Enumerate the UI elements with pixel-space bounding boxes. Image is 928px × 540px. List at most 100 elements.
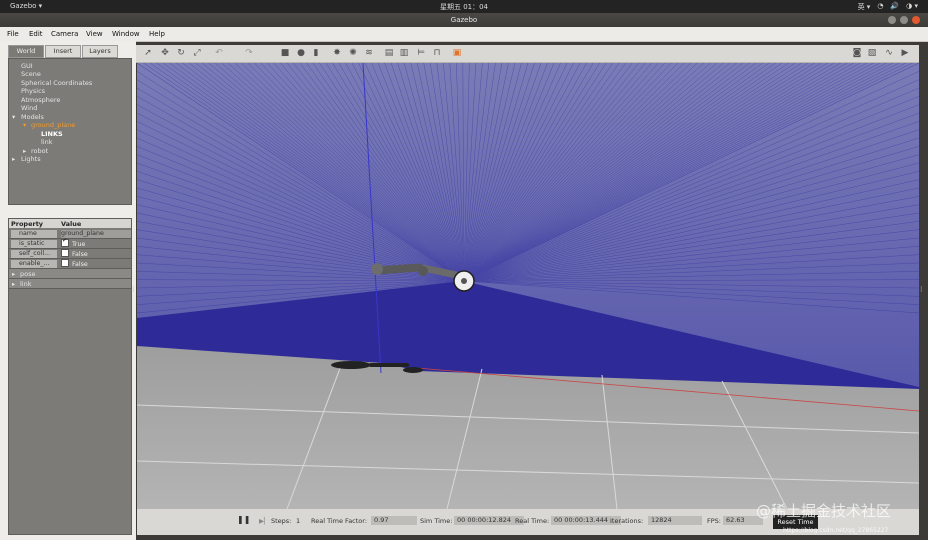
expand-arrow-icon[interactable]: ▸ [12, 270, 15, 278]
property-value: False [61, 259, 131, 268]
checkbox-label: False [72, 251, 88, 258]
enable-wind-checkbox[interactable] [61, 259, 69, 267]
window-title: Gazebo [0, 13, 928, 27]
property-value-field[interactable]: ground_plane [61, 230, 131, 238]
rotate-icon[interactable]: ↻ [176, 48, 186, 58]
property-group-row[interactable]: ▸ pose [9, 269, 131, 279]
tree-item-robot[interactable]: robot [31, 147, 48, 155]
expand-arrow-icon[interactable]: ▸ [23, 147, 26, 155]
property-name: name [11, 230, 57, 238]
change-view-icon[interactable]: ▣ [452, 48, 462, 58]
tree-item-physics[interactable]: Physics [21, 87, 45, 95]
real-time-label: Real Time: [515, 517, 550, 525]
tree-item-scene[interactable]: Scene [21, 70, 41, 78]
property-value: True [61, 237, 131, 248]
menu-camera[interactable]: Camera [51, 30, 78, 38]
tab-insert[interactable]: Insert [45, 45, 81, 58]
tree-item-ground-plane[interactable]: ground_plane [31, 121, 75, 129]
property-panel: Property Value name ground_plane is_stat… [8, 218, 132, 535]
input-method-indicator[interactable]: 英 ▾ [858, 2, 871, 12]
collapse-arrow-icon[interactable]: ▾ [12, 113, 15, 121]
spot-light-icon[interactable]: ✺ [348, 48, 358, 58]
volume-icon[interactable]: 🔊 [890, 2, 899, 12]
collapse-arrow-icon[interactable]: ▾ [23, 121, 26, 129]
paste-icon[interactable]: ▥ [399, 48, 409, 58]
iterations-value: 12824 [648, 516, 702, 525]
menu-edit[interactable]: Edit [29, 30, 43, 38]
tree-item-lights[interactable]: Lights [21, 155, 41, 163]
tree-item-atmosphere[interactable]: Atmosphere [21, 96, 60, 104]
collapse-right-panel-handle[interactable]: ⁝ [920, 285, 923, 294]
snap-icon[interactable]: ⊓ [432, 48, 442, 58]
rtf-label: Real Time Factor: [311, 517, 368, 525]
menu-help[interactable]: Help [149, 30, 165, 38]
property-name: is_static [11, 240, 57, 248]
log-icon[interactable]: ▧ [867, 48, 877, 58]
select-icon[interactable]: ➚ [143, 48, 153, 58]
box-icon[interactable]: ■ [280, 48, 290, 58]
self-collide-checkbox[interactable] [61, 249, 69, 257]
expand-arrow-icon[interactable]: ▸ [12, 155, 15, 163]
tree-item-links: LINKS [41, 130, 63, 138]
tree-item-models[interactable]: Models [21, 113, 44, 121]
scene-render[interactable] [137, 63, 919, 509]
checkbox-label: False [72, 261, 88, 268]
screenshot-icon[interactable]: ◙ [852, 48, 862, 58]
checkbox-label: True [72, 241, 86, 248]
rtf-value: 0.97 [371, 516, 417, 525]
tree-item-wind[interactable]: Wind [21, 104, 37, 112]
collapse-panel-handle[interactable]: ⁝ [132, 285, 135, 294]
property-row: enable_... False [9, 259, 131, 269]
redo-icon[interactable]: ↷ [244, 48, 254, 58]
sphere-icon[interactable]: ● [296, 48, 306, 58]
point-light-icon[interactable]: ✸ [332, 48, 342, 58]
property-row: is_static True [9, 237, 131, 249]
property-name: self_coll... [11, 250, 57, 258]
property-name: enable_... [11, 260, 57, 268]
scene-viewport[interactable] [137, 63, 919, 509]
video-icon[interactable]: ▶ [900, 48, 910, 58]
network-icon[interactable]: ◔ [877, 2, 883, 12]
property-row: self_coll... False [9, 249, 131, 259]
step-icon[interactable]: ▶▏ [259, 517, 269, 525]
plot-icon[interactable]: ∿ [884, 48, 894, 58]
property-group-name: pose [20, 270, 36, 278]
tab-layers[interactable]: Layers [82, 45, 118, 58]
property-group-row[interactable]: ▸ link [9, 279, 131, 289]
maximize-window-button[interactable] [900, 16, 908, 24]
property-row: name ground_plane [9, 229, 131, 239]
world-tree: GUI Scene Spherical Coordinates Physics … [8, 58, 132, 205]
copy-icon[interactable]: ▤ [384, 48, 394, 58]
undo-icon[interactable]: ↶ [214, 48, 224, 58]
expand-arrow-icon[interactable]: ▸ [12, 280, 15, 288]
directional-light-icon[interactable]: ≋ [364, 48, 374, 58]
is-static-checkbox[interactable] [61, 237, 69, 247]
menu-window[interactable]: Window [112, 30, 140, 38]
system-clock[interactable]: 星期五 01：04 [0, 2, 928, 12]
translate-icon[interactable]: ✥ [160, 48, 170, 58]
tree-item-link[interactable]: link [41, 138, 53, 146]
system-top-bar: Gazebo ▾ 星期五 01：04 英 ▾ ◔ 🔊 ◑ ▾ [0, 0, 928, 13]
power-icon[interactable]: ◑ ▾ [906, 2, 918, 12]
tree-item-spherical-coordinates[interactable]: Spherical Coordinates [21, 79, 92, 87]
watermark-url: https://blog.csdn.net/qq_27865227 [783, 527, 889, 534]
system-tray: 英 ▾ ◔ 🔊 ◑ ▾ [858, 2, 918, 12]
align-icon[interactable]: ⊨ [416, 48, 426, 58]
property-value: False [61, 249, 131, 258]
minimize-window-button[interactable] [888, 16, 896, 24]
scale-icon[interactable]: ⤢ [192, 48, 202, 58]
close-window-button[interactable] [912, 16, 920, 24]
menu-file[interactable]: File [7, 30, 19, 38]
menu-bar: File Edit Camera View Window Help [0, 27, 928, 42]
steps-value[interactable]: 1 [296, 517, 300, 525]
steps-label: Steps: [271, 517, 292, 525]
cylinder-icon[interactable]: ▮ [311, 48, 321, 58]
left-panel: World Insert Layers GUI Scene Spherical … [0, 41, 136, 540]
menu-view[interactable]: View [86, 30, 103, 38]
tree-item-gui[interactable]: GUI [21, 62, 33, 70]
pause-button[interactable]: ❚❚ [237, 515, 250, 524]
property-group-name: link [20, 280, 32, 288]
sim-time-value: 00 00:00:12.824 [454, 516, 524, 525]
tab-world[interactable]: World [8, 45, 44, 58]
watermark: @稀土掘金技术社区 [756, 502, 892, 520]
